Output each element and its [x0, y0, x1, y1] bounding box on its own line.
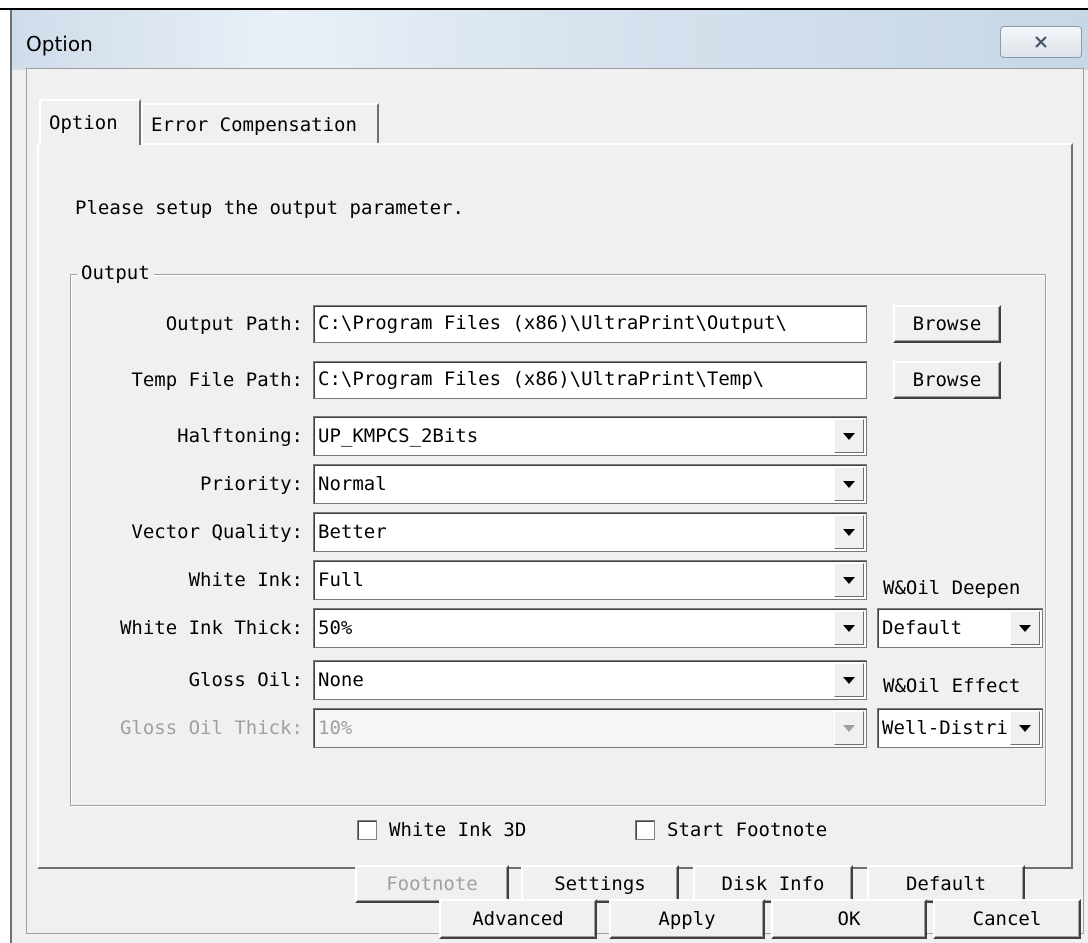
- woil-effect-value: Well-Distri: [882, 717, 1008, 739]
- option-dialog: Option Option Error Compensation Please …: [10, 10, 1088, 943]
- halftoning-value: UP_KMPCS_2Bits: [318, 425, 479, 447]
- disk-info-button[interactable]: Disk Info: [693, 865, 853, 903]
- priority-select[interactable]: Normal: [313, 464, 867, 504]
- woil-effect-label: W&Oil Effect: [883, 675, 1021, 697]
- woil-deepen-value: Default: [882, 617, 963, 639]
- chevron-down-icon: [1019, 624, 1031, 632]
- priority-dropdown-button[interactable]: [834, 467, 864, 501]
- white-ink-dropdown-button[interactable]: [834, 563, 864, 597]
- halftoning-select[interactable]: UP_KMPCS_2Bits: [313, 416, 867, 456]
- window-title: Option: [26, 32, 93, 56]
- instruction-text: Please setup the output parameter.: [75, 197, 464, 219]
- chevron-down-icon: [843, 624, 855, 632]
- woil-effect-dropdown-button[interactable]: [1010, 711, 1040, 745]
- halftoning-label: Halftoning:: [177, 425, 303, 447]
- chevron-down-icon: [843, 480, 855, 488]
- white-ink-3d-checkbox[interactable]: White Ink 3D: [357, 819, 526, 841]
- chevron-down-icon: [843, 676, 855, 684]
- white-ink-select[interactable]: Full: [313, 560, 867, 600]
- priority-value: Normal: [318, 473, 387, 495]
- gloss-oil-dropdown-button[interactable]: [834, 663, 864, 697]
- gloss-oil-thick-value: 10%: [318, 717, 353, 739]
- vector-quality-select[interactable]: Better: [313, 512, 867, 552]
- vector-quality-dropdown-button[interactable]: [834, 515, 864, 549]
- white-ink-value: Full: [318, 569, 364, 591]
- woil-deepen-select[interactable]: Default: [877, 608, 1043, 648]
- halftoning-dropdown-button[interactable]: [834, 419, 864, 453]
- temp-file-path-input[interactable]: C:\Program Files (x86)\UltraPrint\Temp\: [313, 361, 867, 399]
- cancel-button[interactable]: Cancel: [933, 899, 1081, 939]
- chevron-down-icon: [1019, 724, 1031, 732]
- settings-button[interactable]: Settings: [521, 865, 679, 903]
- white-ink-thick-dropdown-button[interactable]: [834, 611, 864, 645]
- advanced-button[interactable]: Advanced: [439, 899, 597, 939]
- ok-button[interactable]: OK: [771, 899, 927, 939]
- start-footnote-box[interactable]: [635, 820, 655, 840]
- output-path-input[interactable]: C:\Program Files (x86)\UltraPrint\Output…: [313, 305, 867, 343]
- woil-deepen-label: W&Oil Deepen: [883, 577, 1021, 599]
- gloss-oil-thick-label: Gloss Oil Thick:: [119, 717, 303, 739]
- white-ink-3d-label: White Ink 3D: [389, 819, 527, 841]
- woil-deepen-dropdown-button[interactable]: [1010, 611, 1040, 645]
- gloss-oil-label: Gloss Oil:: [188, 669, 303, 691]
- gloss-oil-select[interactable]: None: [313, 660, 867, 700]
- tab-option[interactable]: Option: [39, 99, 141, 145]
- start-footnote-checkbox[interactable]: Start Footnote: [635, 819, 827, 841]
- tab-error-compensation[interactable]: Error Compensation: [141, 103, 379, 145]
- footnote-button: Footnote: [355, 865, 509, 903]
- dialog-client-area: Option Error Compensation Please setup t…: [26, 68, 1084, 939]
- woil-effect-select[interactable]: Well-Distri: [877, 708, 1043, 748]
- output-group-legend: Output: [77, 262, 154, 284]
- white-ink-3d-box[interactable]: [357, 820, 377, 840]
- priority-label: Priority:: [200, 473, 303, 495]
- white-ink-thick-value: 50%: [318, 617, 353, 639]
- apply-button[interactable]: Apply: [609, 899, 765, 939]
- white-ink-label: White Ink:: [188, 569, 303, 591]
- tab-option-label: Option: [49, 112, 118, 134]
- chevron-down-icon: [843, 528, 855, 536]
- close-icon: [1035, 36, 1047, 48]
- gloss-oil-value: None: [318, 669, 364, 691]
- chevron-down-icon: [843, 576, 855, 584]
- browse-temp-button[interactable]: Browse: [893, 361, 1001, 399]
- start-footnote-label: Start Footnote: [667, 819, 828, 841]
- white-ink-thick-select[interactable]: 50%: [313, 608, 867, 648]
- title-bar[interactable]: Option: [12, 10, 1088, 70]
- vector-quality-label: Vector Quality:: [131, 521, 303, 543]
- gloss-oil-thick-select: 10%: [313, 708, 867, 748]
- gloss-oil-thick-dropdown-button: [834, 711, 864, 745]
- output-path-label: Output Path:: [165, 313, 303, 335]
- temp-file-path-label: Temp File Path:: [131, 369, 303, 391]
- chevron-down-icon: [843, 432, 855, 440]
- browse-output-button[interactable]: Browse: [893, 305, 1001, 343]
- tab-error-compensation-label: Error Compensation: [151, 114, 357, 136]
- close-button[interactable]: [1000, 26, 1082, 58]
- default-button[interactable]: Default: [867, 865, 1025, 903]
- chevron-down-icon: [843, 724, 855, 732]
- white-ink-thick-label: White Ink Thick:: [119, 617, 303, 639]
- vector-quality-value: Better: [318, 521, 387, 543]
